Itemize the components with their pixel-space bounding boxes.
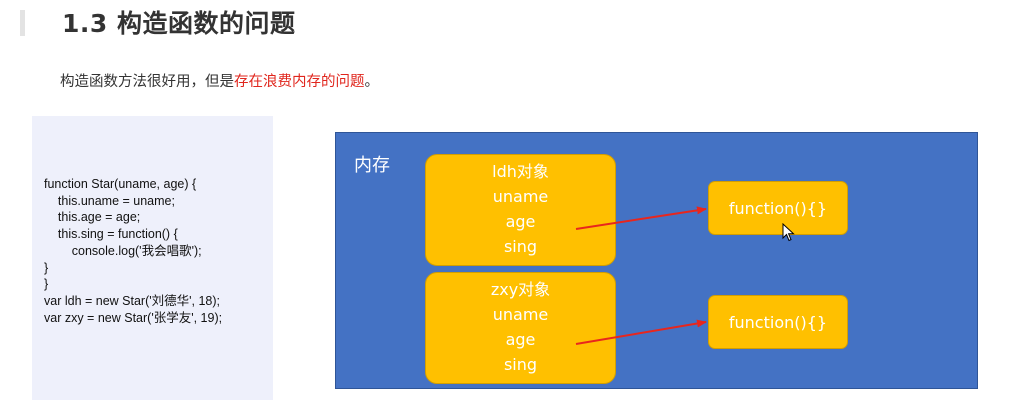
code-line: this.age = age;	[44, 210, 141, 225]
subtitle-suffix: 。	[364, 74, 380, 90]
code-line: function Star(uname, age) {	[44, 177, 197, 191]
subtitle: 构造函数方法很好用，但是存在浪费内存的问题。	[60, 70, 379, 91]
subtitle-highlight: 存在浪费内存的问题	[234, 74, 365, 90]
reference-arrows	[575, 206, 707, 345]
code-line: this.sing = function() {	[44, 227, 178, 242]
arrow-ldh-sing-to-function	[575, 206, 707, 230]
code-line: console.log('我会唱歌');	[44, 243, 202, 258]
code-panel: function Star(uname, age) { this.uname =…	[32, 116, 273, 400]
memory-area: 内存 ldh对象 uname age sing zxy对象 uname age …	[335, 132, 978, 389]
code-line: var ldh = new Star('刘德华', 18);	[44, 293, 221, 308]
code-line: }	[44, 277, 49, 292]
mouse-cursor-icon	[782, 223, 795, 242]
code-block: function Star(uname, age) { this.uname =…	[44, 176, 222, 326]
title-accent-bar	[20, 10, 25, 36]
code-line: }	[44, 260, 49, 275]
code-line: var zxy = new Star('张学友', 19);	[44, 310, 223, 325]
code-line: this.uname = uname;	[44, 193, 175, 208]
page-title: 1.3 构造函数的问题	[62, 9, 296, 38]
subtitle-prefix: 构造函数方法很好用，但是	[60, 74, 234, 90]
arrow-zxy-sing-to-function	[575, 319, 707, 345]
